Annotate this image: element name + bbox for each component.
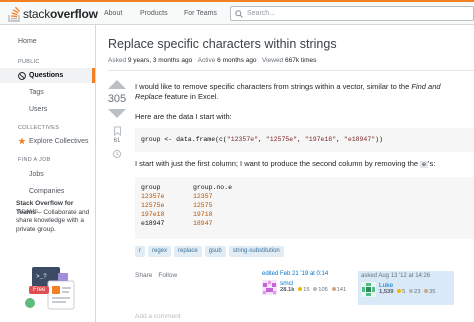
- editor-user: smci 28.1k 15 105 141: [262, 280, 358, 295]
- tag-regex[interactable]: regex: [148, 246, 172, 257]
- bookmark-count: 61: [113, 138, 121, 144]
- free-badge: Free: [29, 286, 50, 294]
- site-logo[interactable]: stackoverflow: [7, 5, 98, 23]
- top-bar: stackoverflow About Products For Teams S…: [0, 0, 474, 25]
- code-table-row: 197e18 19718: [141, 211, 213, 218]
- asker-name[interactable]: Luke: [379, 282, 436, 289]
- code-table-row: 12575e 12575: [141, 202, 213, 209]
- tag-r[interactable]: r: [135, 246, 145, 257]
- logo-text: stackoverflow: [23, 7, 98, 21]
- question-meta: Asked 9 years, 3 months ago Active 6 mon…: [108, 57, 317, 64]
- asked-time: asked Aug 13 '12 at 14:26: [361, 273, 431, 279]
- sidebar-item-home[interactable]: Home: [18, 38, 78, 45]
- nav-for-teams[interactable]: For Teams: [184, 6, 217, 21]
- bronze-badge-icon: [331, 287, 336, 292]
- sidebar-section-public: PUBLIC: [18, 59, 40, 65]
- svg-text:>_?: >_?: [36, 273, 47, 280]
- tag-string-substitution[interactable]: string-substitution: [228, 246, 284, 257]
- question-paragraph-2: Here are the data I start with:: [135, 112, 232, 121]
- history-icon[interactable]: [112, 149, 122, 159]
- code-table-row: 12357e 12357: [141, 193, 213, 200]
- search-icon: [235, 9, 243, 18]
- sidebar-section-collectives: COLLECTIVES: [18, 125, 60, 131]
- sidebar-item-users[interactable]: Users: [29, 106, 89, 113]
- downvote-arrow-icon[interactable]: [108, 109, 126, 118]
- search-placeholder: Search...: [247, 10, 276, 17]
- globe-icon: [18, 71, 26, 80]
- code-block-1[interactable]: group <- data.frame(c("12357e", "12575e"…: [135, 128, 474, 152]
- sidebar-item-tags[interactable]: Tags: [29, 89, 89, 96]
- upvote-arrow-icon[interactable]: [108, 80, 126, 89]
- tag-gsub[interactable]: gsub: [204, 246, 226, 257]
- sidebar-section-find-job: FIND A JOB: [18, 157, 51, 163]
- sidebar-item-companies[interactable]: Companies: [29, 188, 89, 195]
- code-block-2[interactable]: group group.no.e 12357e 12357 12575e 125…: [135, 177, 474, 239]
- stack-overflow-logo-icon: [8, 6, 20, 22]
- sidebar-item-explore-collectives[interactable]: Explore Collectives: [18, 137, 96, 145]
- nav-products[interactable]: Products: [140, 6, 168, 21]
- asker-reputation: 1,539 5 23 35: [379, 289, 436, 295]
- header-divider: [108, 70, 474, 71]
- star-icon: [18, 137, 26, 145]
- sidebar-item-label: Explore Collectives: [29, 137, 89, 145]
- question-paragraph-3: I start with just the first column; I wa…: [135, 159, 436, 168]
- sidebar-item-questions[interactable]: Questions: [0, 68, 95, 83]
- question-paragraph-1: I would like to remove specific characte…: [135, 82, 441, 101]
- nav-about[interactable]: About: [104, 6, 122, 21]
- add-comment-link[interactable]: Add a comment: [135, 313, 181, 320]
- tag-list: r regex replace gsub string-substitution: [135, 246, 284, 257]
- bronze-badge-icon: [424, 289, 429, 294]
- follow-link[interactable]: Follow: [158, 272, 177, 279]
- vote-cell: 305 61: [105, 80, 129, 161]
- editor-name[interactable]: smci: [280, 280, 346, 287]
- teams-promo[interactable]: Stack Overflow for Teams – Collaborate a…: [16, 200, 94, 234]
- code-table-header: group group.no.e: [141, 184, 233, 191]
- asker-card: asked Aug 13 '12 at 14:26 Luke 1,539 5 2…: [358, 271, 454, 305]
- silver-badge-icon: [313, 287, 318, 292]
- sidebar-item-label: Questions: [29, 72, 64, 79]
- page-title[interactable]: Replace specific characters within strin…: [108, 37, 337, 51]
- asker-user: Luke 1,539 5 23 35: [361, 282, 451, 297]
- post-actions: Share Follow: [135, 272, 177, 279]
- bookmark-icon[interactable]: [113, 126, 122, 137]
- vote-count: 305: [107, 93, 127, 105]
- avatar[interactable]: [262, 280, 277, 295]
- avatar[interactable]: [361, 282, 376, 297]
- share-link[interactable]: Share: [135, 272, 152, 279]
- search-input[interactable]: Search...: [230, 6, 474, 21]
- silver-badge-icon: [409, 289, 413, 294]
- tag-replace[interactable]: replace: [174, 246, 202, 257]
- edited-time[interactable]: edited Feb 21 '19 at 0:14: [262, 271, 358, 277]
- left-sidebar: Home PUBLIC Questions Tags Users COLLECT…: [0, 25, 96, 322]
- editor-reputation: 28.1k 15 105 141: [280, 287, 347, 293]
- gold-badge-icon: [397, 289, 402, 294]
- code-table-row: e18947 18947: [141, 220, 213, 227]
- gold-badge-icon: [298, 287, 303, 292]
- sidebar-item-jobs[interactable]: Jobs: [29, 171, 89, 178]
- editor-card: edited Feb 21 '19 at 0:14 smci 28.1k 15 …: [262, 271, 358, 295]
